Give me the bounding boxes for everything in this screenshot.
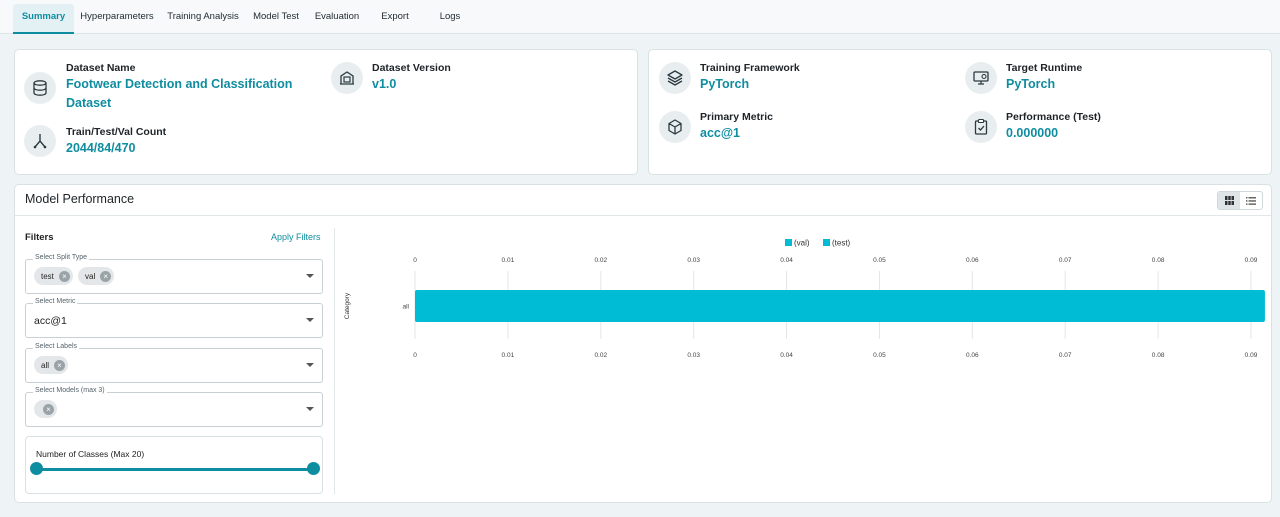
runtime-icon xyxy=(965,62,997,94)
slider-thumb-min[interactable] xyxy=(30,462,43,475)
x-tick-label-bottom: 0.02 xyxy=(594,352,607,359)
slider-thumb-max[interactable] xyxy=(307,462,320,475)
chip-test: test × xyxy=(34,267,73,285)
x-tick-label-bottom: 0.03 xyxy=(687,352,700,359)
metric-select[interactable]: Select Metric acc@1 xyxy=(25,298,323,338)
chip-remove-icon[interactable]: × xyxy=(58,270,70,282)
split-type-select[interactable]: Select Split Type test × val × xyxy=(25,254,323,294)
dataset-version-value: v1.0 xyxy=(372,77,397,91)
dataset-version-label: Dataset Version xyxy=(372,62,451,74)
x-tick-label-bottom: 0.01 xyxy=(502,352,515,359)
legend-label[interactable]: (test) xyxy=(832,239,851,248)
tab-evaluation[interactable]: Evaluation xyxy=(312,4,362,34)
models-select[interactable]: Select Models (max 3) × xyxy=(25,387,323,427)
tab-bar: Summary Hyperparameters Training Analysi… xyxy=(0,0,1280,34)
chevron-down-icon[interactable] xyxy=(306,318,314,322)
count-value: 2044/84/470 xyxy=(66,141,136,155)
category-label: all xyxy=(402,304,409,311)
filters-label: Filters xyxy=(25,232,54,243)
performance-value: 0.000000 xyxy=(1006,126,1059,140)
x-tick-label-top: 0.05 xyxy=(873,257,886,264)
tab-export[interactable]: Export xyxy=(378,4,412,34)
dataset-info-card: Dataset Name Footwear Detection and Clas… xyxy=(14,49,638,175)
dataset-name-label: Dataset Name xyxy=(66,62,136,74)
x-tick-label-top: 0.03 xyxy=(687,257,700,264)
chip-remove-icon[interactable]: × xyxy=(54,359,66,371)
x-tick-label-top: 0.08 xyxy=(1152,257,1165,264)
x-tick-label-bottom: 0.06 xyxy=(966,352,979,359)
classes-slider-box: Number of Classes (Max 20) xyxy=(25,436,323,494)
grid-icon xyxy=(1224,196,1234,205)
x-tick-label-top: 0.04 xyxy=(780,257,793,264)
chip-label: all xyxy=(41,360,50,370)
x-tick-label-top: 0.07 xyxy=(1059,257,1072,264)
grid-view-button[interactable] xyxy=(1218,192,1240,209)
runtime-label: Target Runtime xyxy=(1006,62,1083,74)
bar-test[interactable] xyxy=(415,290,1265,322)
list-view-button[interactable] xyxy=(1240,192,1262,209)
chip-remove-icon[interactable]: × xyxy=(43,403,54,415)
tab-hyperparameters[interactable]: Hyperparameters xyxy=(80,4,154,34)
count-label: Train/Test/Val Count xyxy=(66,126,167,138)
tab-model-test[interactable]: Model Test xyxy=(252,4,300,34)
tab-training-analysis[interactable]: Training Analysis xyxy=(166,4,240,34)
x-tick-label-top: 0.01 xyxy=(502,257,515,264)
tab-logs[interactable]: Logs xyxy=(437,4,463,34)
x-tick-label-bottom: 0 xyxy=(413,352,417,359)
split-type-legend: Select Split Type xyxy=(33,254,90,261)
classes-slider-label: Number of Classes (Max 20) xyxy=(36,449,145,459)
slider-track[interactable] xyxy=(36,468,313,471)
dataset-version-icon xyxy=(331,62,363,94)
chevron-down-icon[interactable] xyxy=(306,363,314,367)
x-tick-label-bottom: 0.09 xyxy=(1245,352,1258,359)
legend-swatch xyxy=(785,239,792,246)
chip-model: × xyxy=(34,400,57,418)
metric-value: acc@1 xyxy=(700,126,740,140)
model-performance-card: Model Performance Filters Apply Filters … xyxy=(14,184,1272,503)
performance-chart: (val) (test) 0 0.01 0.02 0.03 0.04 0.05 0.06 0.0… xyxy=(344,239,1265,359)
performance-label: Performance (Test) xyxy=(1006,111,1101,123)
chip-val: val × xyxy=(78,267,115,285)
x-tick-label-bottom: 0.05 xyxy=(873,352,886,359)
model-info-card: Training Framework PyTorch Target Runtim… xyxy=(648,49,1272,175)
dataset-name-value: Footwear Detection and Classification Da… xyxy=(66,77,293,110)
panel-divider xyxy=(334,228,335,494)
labels-select[interactable]: Select Labels all × xyxy=(25,343,323,383)
metric-legend: Select Metric xyxy=(33,298,78,305)
x-tick-label-top: 0.06 xyxy=(966,257,979,264)
chip-all: all × xyxy=(34,356,69,374)
chevron-down-icon[interactable] xyxy=(306,274,314,278)
legend-swatch xyxy=(823,239,830,246)
chip-remove-icon[interactable]: × xyxy=(100,270,112,282)
chevron-down-icon[interactable] xyxy=(306,407,314,411)
split-icon xyxy=(24,125,56,157)
x-tick-label-bottom: 0.08 xyxy=(1152,352,1165,359)
x-tick-label-top: 0 xyxy=(413,257,417,264)
y-axis-label: Category xyxy=(344,292,351,319)
chip-label: test xyxy=(41,271,54,281)
model-performance-title: Model Performance xyxy=(25,192,135,206)
framework-label: Training Framework xyxy=(700,62,800,74)
models-legend: Select Models (max 3) xyxy=(33,387,107,394)
x-tick-label-top: 0.09 xyxy=(1245,257,1258,264)
x-tick-label-top: 0.02 xyxy=(594,257,607,264)
metric-label: Primary Metric xyxy=(700,111,773,123)
labels-legend: Select Labels xyxy=(33,343,80,350)
chip-label: val xyxy=(85,271,96,281)
view-toggle xyxy=(1217,191,1263,210)
database-icon xyxy=(24,72,56,104)
legend-label[interactable]: (val) xyxy=(794,239,810,248)
x-tick-label-bottom: 0.04 xyxy=(780,352,793,359)
tab-summary[interactable]: Summary xyxy=(13,4,74,34)
cube-icon xyxy=(659,111,691,143)
x-tick-label-bottom: 0.07 xyxy=(1059,352,1072,359)
layers-icon xyxy=(659,62,691,94)
header-divider xyxy=(15,215,1271,216)
framework-value: PyTorch xyxy=(700,77,750,91)
clipboard-check-icon xyxy=(965,111,997,143)
runtime-value: PyTorch xyxy=(1006,77,1056,91)
metric-select-value: acc@1 xyxy=(34,315,67,327)
apply-filters-button[interactable]: Apply Filters xyxy=(271,232,321,242)
list-icon xyxy=(1246,196,1256,205)
